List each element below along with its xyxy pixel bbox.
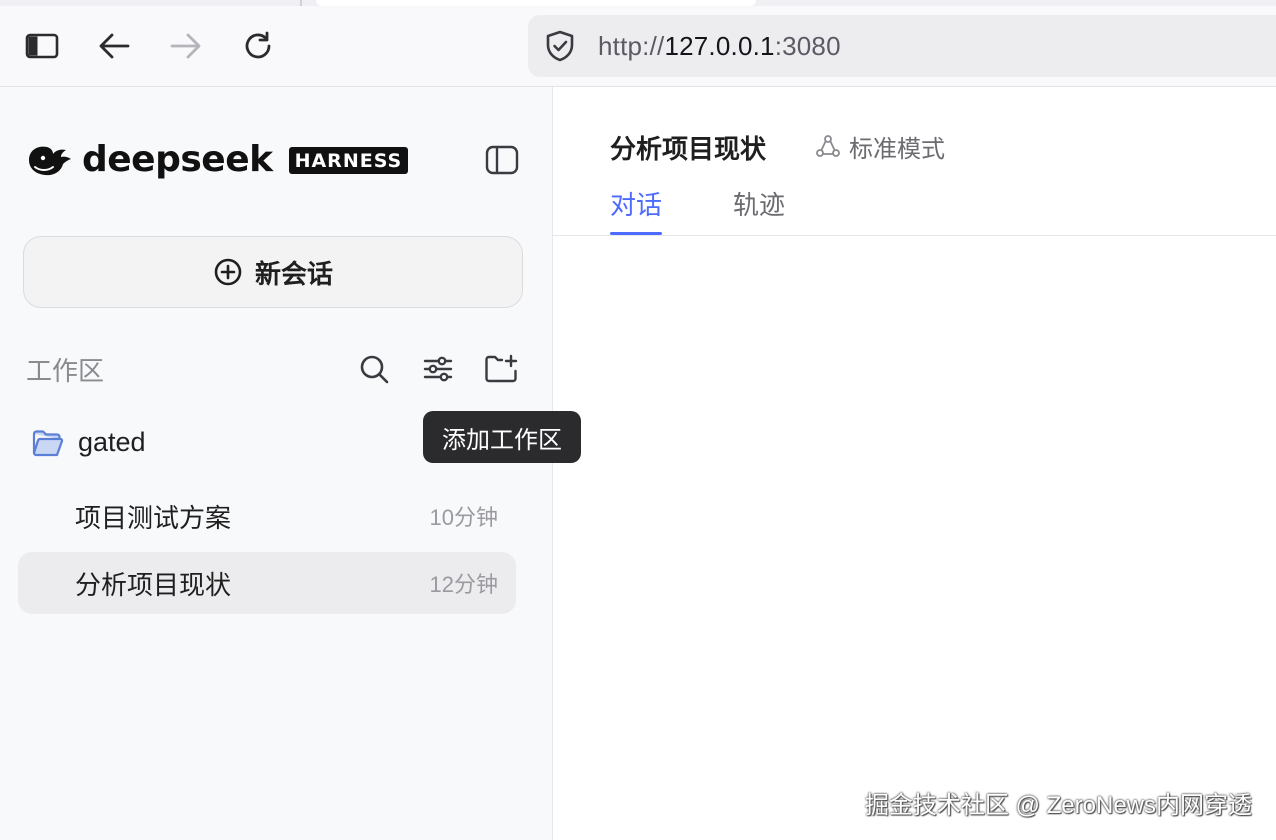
tab-trace[interactable]: 轨迹 xyxy=(733,185,785,222)
session-title: 分析项目现状 xyxy=(75,569,232,600)
add-workspace-tooltip: 添加工作区 xyxy=(423,411,581,463)
session-time: 12分钟 xyxy=(429,572,498,597)
session-item[interactable]: 项目测试方案 10分钟 xyxy=(18,485,516,547)
folder-open-icon xyxy=(32,429,64,456)
watermark-text: 掘金技术社区 @ ZeroNews内网穿透 xyxy=(864,792,1252,819)
back-arrow-icon xyxy=(99,33,130,59)
sidebar-toggle-button[interactable] xyxy=(22,26,62,66)
sidebar: deepseek HARNESS 新会话 工作区 gated 项目测试方案 10… xyxy=(0,87,553,840)
plus-circle-icon xyxy=(214,258,242,286)
active-tab[interactable] xyxy=(316,0,756,6)
reload-button[interactable] xyxy=(238,26,278,66)
url-host: 127.0.0.1 xyxy=(664,30,775,61)
forward-arrow-icon xyxy=(170,33,201,59)
tab-chat[interactable]: 对话 xyxy=(610,185,662,222)
tab-bar: 对话 轨迹 xyxy=(553,185,1276,236)
brand-wordmark: deepseek xyxy=(82,139,273,180)
mode-indicator[interactable]: 标准模式 xyxy=(815,129,945,164)
harness-badge: HARNESS xyxy=(288,146,409,174)
url-scheme: http:// xyxy=(598,30,665,61)
active-tab-indicator xyxy=(610,232,662,235)
mode-cycle-icon xyxy=(816,134,840,157)
url-port: :3080 xyxy=(774,30,841,61)
address-bar[interactable]: http://127.0.0.1:3080 xyxy=(528,15,1276,77)
tab-separator xyxy=(300,0,302,6)
main-panel: 分析项目现状 标准模式 对话 轨迹 xyxy=(553,87,1276,840)
add-folder-icon xyxy=(485,354,518,383)
session-time: 10分钟 xyxy=(429,505,498,530)
forward-button[interactable] xyxy=(166,26,206,66)
search-workspace-button[interactable] xyxy=(354,349,394,389)
sidebar-toggle-icon xyxy=(25,33,59,59)
shield-icon[interactable] xyxy=(544,30,576,62)
panel-toggle-icon xyxy=(485,145,519,175)
workspace-title: 工作区 xyxy=(26,356,105,386)
session-item-active[interactable]: 分析项目现状 12分钟 xyxy=(18,552,516,614)
collapse-sidebar-button[interactable] xyxy=(482,143,522,177)
whale-logo-icon xyxy=(29,146,71,176)
back-button[interactable] xyxy=(94,26,134,66)
filter-workspace-button[interactable] xyxy=(418,349,458,389)
brand-logo[interactable]: deepseek HARNESS xyxy=(26,139,409,181)
new-chat-label: 新会话 xyxy=(254,258,333,289)
browser-toolbar: http://127.0.0.1:3080 xyxy=(0,0,1276,87)
mode-label: 标准模式 xyxy=(849,136,945,163)
add-workspace-button[interactable] xyxy=(481,349,521,389)
search-icon xyxy=(360,355,389,384)
url-text[interactable]: http://127.0.0.1:3080 xyxy=(598,31,841,62)
reload-icon xyxy=(245,31,271,59)
workspace-folder[interactable]: gated xyxy=(32,427,146,458)
filter-icon xyxy=(423,356,453,382)
session-title: 项目测试方案 xyxy=(75,502,232,533)
chat-title: 分析项目现状 xyxy=(610,134,767,164)
folder-name: gated xyxy=(78,427,146,457)
new-chat-button[interactable]: 新会话 xyxy=(23,236,523,308)
